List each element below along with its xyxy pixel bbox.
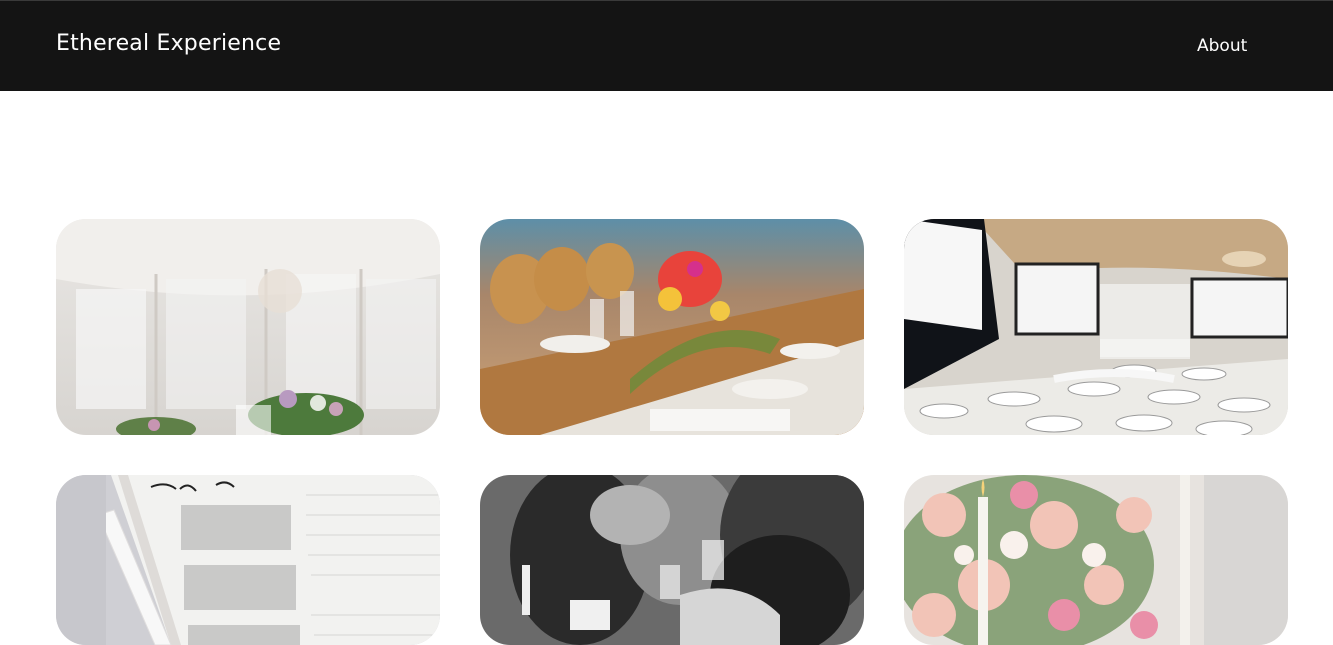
brand-logo-text[interactable]: Ethereal Experience — [56, 31, 281, 56]
white-tent-venue-image[interactable] — [56, 219, 440, 435]
conference-hall-image[interactable] — [904, 219, 1288, 435]
nav-link-about[interactable]: About — [1197, 36, 1247, 56]
floral-banquet-table-image[interactable] — [480, 219, 864, 435]
top-navbar: Ethereal Experience About — [0, 0, 1333, 91]
